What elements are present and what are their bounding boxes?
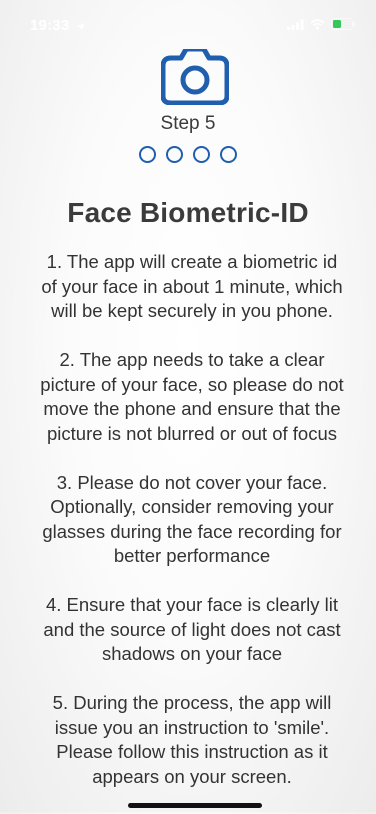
status-time: 19:33 [30, 17, 70, 34]
step-dot [193, 146, 210, 163]
location-arrow-icon [76, 19, 86, 31]
wifi-icon [310, 18, 325, 30]
step-dot [166, 146, 183, 163]
instructions-list: 1. The app will create a biometric id of… [38, 250, 346, 814]
home-indicator[interactable] [128, 803, 262, 808]
page-title: Face Biometric-ID [67, 197, 309, 228]
step-indicator [0, 146, 376, 163]
instruction-1: 1. The app will create a biometric id of… [41, 251, 343, 321]
instruction-2: 2. The app needs to take a clear picture… [40, 349, 344, 444]
step-dot [220, 146, 237, 163]
instruction-3: 3. Please do not cover your face. Option… [42, 471, 342, 567]
step-dot [139, 146, 156, 163]
step-label: Step 5 [160, 113, 216, 134]
instruction-5: 5. During the process, the app will issu… [52, 692, 332, 787]
camera-icon [160, 46, 230, 106]
battery-icon [331, 18, 356, 30]
instruction-4: 4. Ensure that your face is clearly lit … [43, 594, 341, 664]
status-icons [287, 18, 356, 30]
signal-icon [287, 19, 304, 30]
status-bar: 19:33 [0, 0, 376, 44]
